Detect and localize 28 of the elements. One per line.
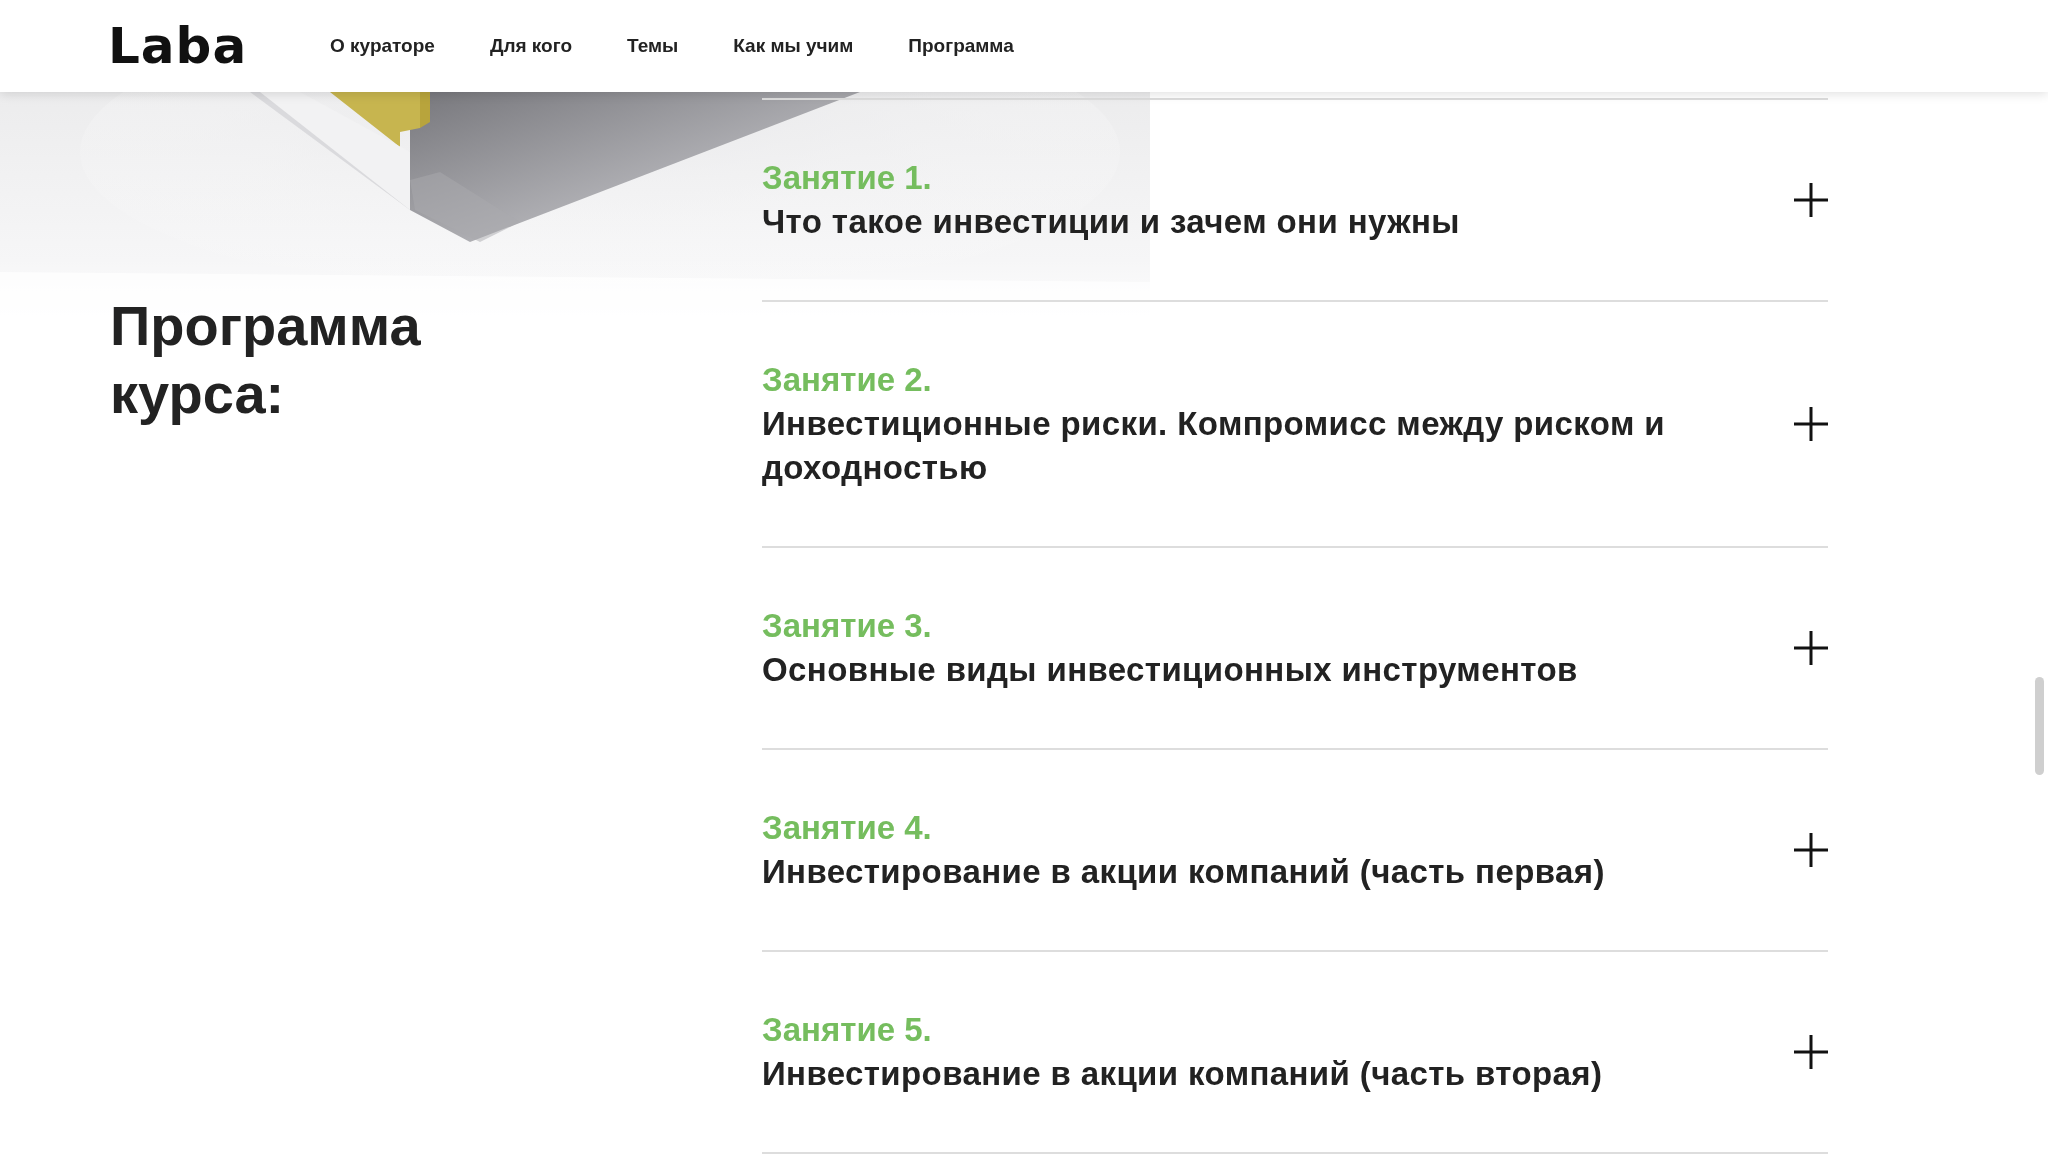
lesson-row[interactable]: Занятие 5. Инвестирование в акции компаний (часть вторая) (762, 952, 1828, 1154)
lesson-title: Инвестиционные риски. Компромисс между риском и доходностью (762, 404, 1666, 488)
lesson-number: Занятие 4. (762, 808, 933, 848)
lesson-row[interactable]: Занятие 2. Инвестиционные риски. Компромисс между риском и доходностью (762, 302, 1828, 548)
lesson-number: Занятие 2. (762, 360, 933, 400)
lesson-title: Основные виды инвестиционных инструментов (762, 650, 1579, 690)
logo[interactable]: Laba (108, 21, 330, 71)
lesson-title: Инвестирование в акции компаний (часть первая) (762, 852, 1606, 892)
lesson-row[interactable]: Занятие 4. Инвестирование в акции компаний (часть первая) (762, 750, 1828, 952)
nav-link[interactable]: О кураторе (330, 35, 435, 57)
lesson-number: Занятие 5. (762, 1010, 933, 1050)
plus-icon[interactable] (1794, 631, 1828, 665)
plus-icon[interactable] (1794, 1035, 1828, 1069)
nav-link[interactable]: Темы (627, 35, 679, 57)
nav-link[interactable]: Как мы учим (733, 35, 854, 57)
nav-link[interactable]: Для кого (489, 35, 572, 57)
lesson-row[interactable]: Занятие 1. Что такое инвестиции и зачем они нужны (762, 100, 1828, 302)
lesson-title: Что такое инвестиции и зачем они нужны (762, 202, 1461, 242)
plus-icon[interactable] (1794, 833, 1828, 867)
lesson-title: Инвестирование в акции компаний (часть вторая) (762, 1054, 1604, 1094)
nav-link[interactable]: Программа (908, 35, 1014, 57)
scrollbar-thumb[interactable] (2035, 677, 2044, 775)
section-heading: Программа курса: (110, 293, 422, 427)
plus-icon[interactable] (1794, 183, 1828, 217)
lesson-row[interactable]: Занятие 3. Основные виды инвестиционных инструментов (762, 548, 1828, 750)
lesson-number: Занятие 1. (762, 158, 933, 198)
plus-icon[interactable] (1794, 407, 1828, 441)
lesson-number: Занятие 3. (762, 606, 933, 646)
